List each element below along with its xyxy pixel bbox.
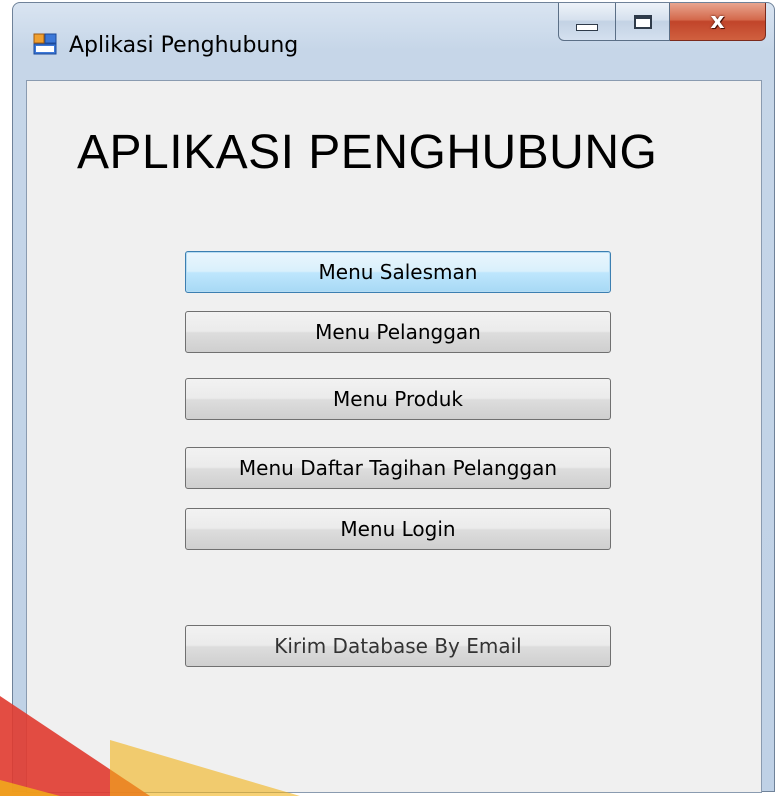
app-window: Aplikasi Penghubung x APLIKASI PENGHUBUN… <box>12 2 775 793</box>
maximize-button[interactable] <box>616 3 670 41</box>
title-bar[interactable]: Aplikasi Penghubung x <box>13 3 774 81</box>
menu-daftar-tagihan-pelanggan-button[interactable]: Menu Daftar Tagihan Pelanggan <box>185 447 611 489</box>
menu-produk-button[interactable]: Menu Produk <box>185 378 611 420</box>
menu-login-button[interactable]: Menu Login <box>185 508 611 550</box>
form-client-area: APLIKASI PENGHUBUNG Menu Salesman Menu P… <box>26 80 762 793</box>
caption-buttons: x <box>558 3 766 41</box>
kirim-database-by-email-button[interactable]: Kirim Database By Email <box>185 625 611 667</box>
menu-pelanggan-button[interactable]: Menu Pelanggan <box>185 311 611 353</box>
close-icon: x <box>710 8 725 34</box>
window-title: Aplikasi Penghubung <box>69 33 299 58</box>
minimize-button[interactable] <box>558 3 616 41</box>
minimize-icon <box>576 24 598 31</box>
menu-salesman-button[interactable]: Menu Salesman <box>185 251 611 293</box>
app-icon <box>33 33 57 55</box>
close-button[interactable]: x <box>670 3 766 41</box>
maximize-icon <box>633 14 652 29</box>
page-title: APLIKASI PENGHUBUNG <box>77 126 658 179</box>
